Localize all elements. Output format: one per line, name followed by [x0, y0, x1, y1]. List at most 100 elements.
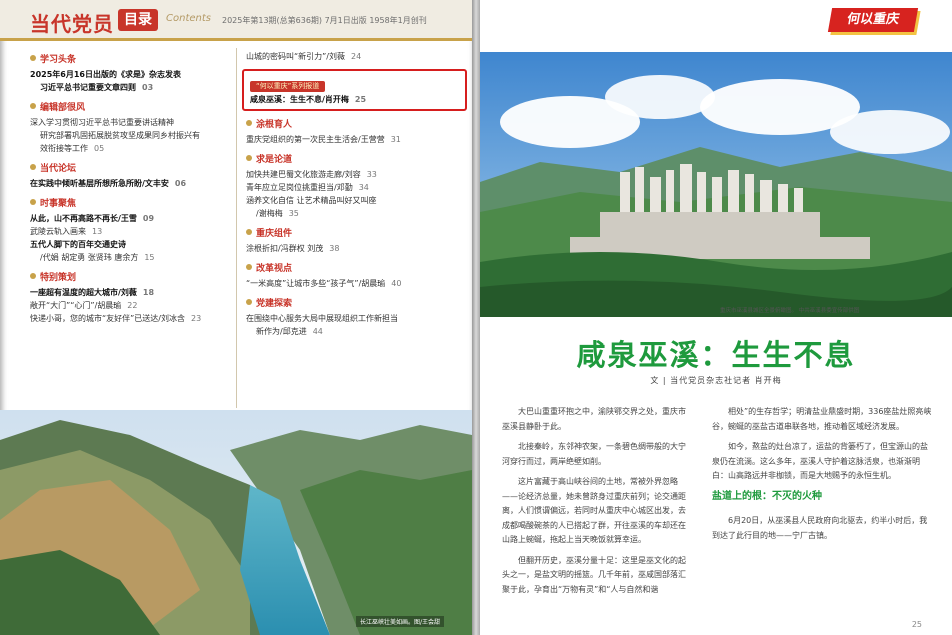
toc-column-right: 山城的密码叫“新引力”/刘薇 24 “何以重庆”系列报道 咸泉巫溪：生生不息/肖开梅 2… — [242, 50, 467, 344]
toc-section: 特别策划一座超有温度的超大城市/刘薇 18 敞开“大门”“心门”/胡晨瑜 22 快递小哥… — [30, 270, 230, 325]
toc-item[interactable]: 在围绕中心服务大局中展现组织工作新担当 — [246, 312, 461, 325]
contents-label: Contents — [166, 13, 211, 24]
photo-caption-left: 长江巫峡壮美如画。图/王会甜 — [355, 616, 444, 627]
column-divider — [236, 48, 237, 408]
toc-item-text: 2025年6月16日出版的《求是》杂志发表 — [30, 70, 181, 79]
toc-item[interactable]: 研究部署巩固拓展脱贫攻坚成果同乡村振兴有 — [30, 129, 230, 142]
toc-section: 涂根育人 重庆党组织的第一次民主生活会/王营营 31 — [246, 117, 461, 146]
toc-section-title: 时事聚焦 — [30, 196, 230, 209]
toc-item[interactable]: 咸泉巫溪：生生不息/肖开梅 25 — [250, 93, 459, 106]
toc-item-author: 刘容 — [344, 170, 361, 179]
toc-page-number: 24 — [351, 52, 362, 61]
toc-section: 改革视点 “一米高度”让城市多些“孩子气”/胡晨瑜 40 — [246, 261, 461, 290]
toc-item-author: 邱克进 — [282, 327, 307, 336]
toc-item[interactable]: 五代人脚下的百年交通史诗 — [30, 238, 230, 251]
toc-page-number: 23 — [191, 314, 202, 323]
toc-section: 当代论坛在实践中倾听基层所想所急所盼/文丰安 06 — [30, 161, 230, 190]
toc-item-text: 涂根折扣 — [246, 244, 278, 253]
toc-item-text: /代娟 胡定勇 张贤玮 唐余方 — [40, 253, 139, 262]
toc-section-title: 当代论坛 — [30, 161, 230, 174]
toc-section: 重庆组件 涂根折扣/冯群权 刘茂 38 — [246, 226, 461, 255]
toc-page-number: 03 — [142, 83, 154, 92]
toc-label: 目录 — [118, 9, 158, 31]
article-paragraph: 这片富藏于高山峡谷间的土地，常被外界忽略——论经济总量，她未曾跻身过重庆前列；论… — [502, 477, 686, 544]
toc-item[interactable]: 2025年6月16日出版的《求是》杂志发表 — [30, 68, 230, 81]
toc-item-author: 刘薇 — [120, 288, 137, 297]
toc-item-text: 在实践中倾听基层所想所急所盼 — [30, 179, 142, 188]
toc-item[interactable]: 一座超有温度的超大城市/刘薇 18 — [30, 286, 230, 299]
toc-item[interactable]: 快递小哥，您的城市“友好伴”已送达/刘冰含 23 — [30, 312, 230, 325]
toc-item[interactable]: 新作为/邱克进 44 — [246, 325, 461, 338]
toc-item[interactable]: 青年应立足岗位挑重担当/邓勤 34 — [246, 181, 461, 194]
toc-item[interactable]: 武陵云轨入画来 13 — [30, 225, 230, 238]
toc-section-title: 重庆组件 — [246, 226, 461, 239]
toc-section: 时事聚焦 从此，山不再高路不再长/王雪 09 武陵云轨入画来 13 五代人脚下的百年交通史… — [30, 196, 230, 264]
toc-item-text: 快递小哥，您的城市“友好伴”已送达 — [30, 314, 159, 323]
toc-item[interactable]: “一米高度”让城市多些“孩子气”/胡晨瑜 40 — [246, 277, 461, 290]
toc-item-text: 青年应立足岗位挑重担当 — [246, 183, 334, 192]
wuxi-city-photo — [480, 52, 952, 317]
toc-item-text: 习近平总书记重要文章四则 — [40, 83, 136, 92]
toc-item-author: 王雪 — [120, 214, 137, 223]
toc-item-text: 敞开“大门”“心门” — [30, 301, 95, 310]
magazine-brand: 当代党员 — [30, 12, 114, 36]
toc-section-title: 特别策划 — [30, 270, 230, 283]
toc-item-author: 文丰安 — [144, 179, 169, 188]
toc-item-author: 肖开梅 — [324, 95, 349, 104]
toc-page-number: 31 — [390, 135, 401, 144]
toc-item-text: 深入学习贯彻习近平总书记重要讲话精神 — [30, 118, 174, 127]
article-column-right: 相处”的生存哲学；明清盐业鼎盛时期，336座盐灶照亮峡谷，蜿蜒的巫盐古道串联各地… — [712, 405, 932, 549]
toc-item[interactable]: 从此，山不再高路不再长/王雪 09 — [30, 212, 230, 225]
toc-item-text: 咸泉巫溪：生生不息 — [250, 95, 322, 104]
toc-item[interactable]: 效衔接等工作 05 — [30, 142, 230, 155]
article-paragraph: 但翻开历史，巫溪分量十足：这里是巫文化的起头之一，是盐文明的摇篮。几千年前，巫咸… — [502, 555, 686, 594]
article-title: 咸泉巫溪：生生不息 — [576, 338, 856, 372]
toc-page-number: 40 — [391, 279, 402, 288]
toc-item-author: 胡晨瑜 — [361, 279, 386, 288]
toc-section-title: 党建探索 — [246, 296, 461, 309]
toc-item[interactable]: /谢梅梅 35 — [246, 207, 461, 220]
toc-page-number: 33 — [366, 170, 377, 179]
toc-item[interactable]: 在实践中倾听基层所想所急所盼/文丰安 06 — [30, 177, 230, 190]
photo-caption-right: 重庆市巫溪县城区全景俯瞰图。 中共巫溪县委宣传部供图 — [720, 308, 860, 314]
toc-item-text: 一座超有温度的超大城市 — [30, 288, 118, 297]
toc-item-text: 重庆党组织的第一次民主生活会 — [246, 135, 358, 144]
toc-item-text: 涵养文化自信 让艺术精品叫好又叫座 — [246, 196, 377, 205]
toc-item-author: 冯群权 刘茂 — [280, 244, 324, 253]
toc-item-author: 邓勤 — [336, 183, 353, 192]
toc-item-author: 王营营 — [360, 135, 385, 144]
toc-item[interactable]: /代娟 胡定勇 张贤玮 唐余方 15 — [30, 251, 230, 264]
article-column-left: 大巴山重重环抱之中，渝陕鄂交界之处，重庆市巫溪县静卧于此。 北接秦岭，东邻神农架，… — [502, 405, 692, 603]
toc-item[interactable]: 加快共建巴蜀文化旅游走廊/刘容 33 — [246, 168, 461, 181]
right-page: 何以重庆 重庆市巫溪县城区全景俯瞰图。 中共巫溪县委宣传部供图 咸泉巫溪：生生不… — [480, 0, 952, 635]
toc-item[interactable]: 敞开“大门”“心门”/胡晨瑜 22 — [30, 299, 230, 312]
toc-item-text: 五代人脚下的百年交通史诗 — [30, 240, 126, 249]
toc-item[interactable]: 习近平总书记重要文章四则 03 — [30, 81, 230, 94]
toc-item-author: 胡晨瑜 — [97, 301, 122, 310]
article-paragraph: 如今，熬盐的灶台凉了，运盐的背篓朽了，但宝源山的盐泉仍在流淌。这么多年，巫溪人守… — [712, 442, 928, 480]
toc-section-title: 求是论道 — [246, 152, 461, 165]
toc-item[interactable]: 涂根折扣/冯群权 刘茂 38 — [246, 242, 461, 255]
series-tag-banner: 何以重庆 — [827, 8, 919, 32]
toc-section-title: 涂根育人 — [246, 117, 461, 130]
toc-item-text: 加快共建巴蜀文化旅游走廊 — [246, 170, 342, 179]
toc-section: 求是论道 加快共建巴蜀文化旅游走廊/刘容 33 青年应立足岗位挑重担当/邓勤 34 涵养文… — [246, 152, 461, 220]
toc-item[interactable]: 深入学习贯彻习近平总书记重要讲话精神 — [30, 116, 230, 129]
toc-item-text: 山城的密码叫“新引力” — [246, 52, 327, 61]
toc-item-author: 刘冰含 — [161, 314, 185, 323]
toc-item-text: 从此，山不再高路不再长 — [30, 214, 118, 223]
toc-section: 编辑部很风深入学习贯彻习近平总书记重要讲话精神研究部署巩固拓展脱贫攻坚成果同乡村… — [30, 100, 230, 155]
toc-item[interactable]: 山城的密码叫“新引力”/刘薇 24 — [246, 50, 461, 63]
toc-item-text: “一米高度”让城市多些“孩子气” — [246, 279, 359, 288]
toc-page-number: 38 — [329, 244, 340, 253]
article-paragraph: 北接秦岭，东邻神农架，一条碧色绸带般的大宁河穿行而过，两岸绝壁如削。 — [502, 442, 686, 466]
issue-info: 2025年第13期(总第636期) 7月1日出版 1958年1月创刊 — [222, 16, 427, 25]
toc-item[interactable]: 重庆党组织的第一次民主生活会/王营营 31 — [246, 133, 461, 146]
toc-header: 当代党员 目录 Contents 2025年第13期(总第636期) 7月1日出… — [0, 0, 472, 41]
toc-page-number: 09 — [142, 214, 155, 223]
three-gorges-photo: 长江巫峡壮美如画。图/王会甜 — [0, 410, 472, 635]
toc-item[interactable]: 涵养文化自信 让艺术精品叫好又叫座 — [246, 194, 461, 207]
toc-section-title: 编辑部很风 — [30, 100, 230, 113]
toc-page-number: 05 — [94, 144, 105, 153]
article-paragraph: 大巴山重重环抱之中，渝陕鄂交界之处，重庆市巫溪县静卧于此。 — [502, 407, 686, 431]
